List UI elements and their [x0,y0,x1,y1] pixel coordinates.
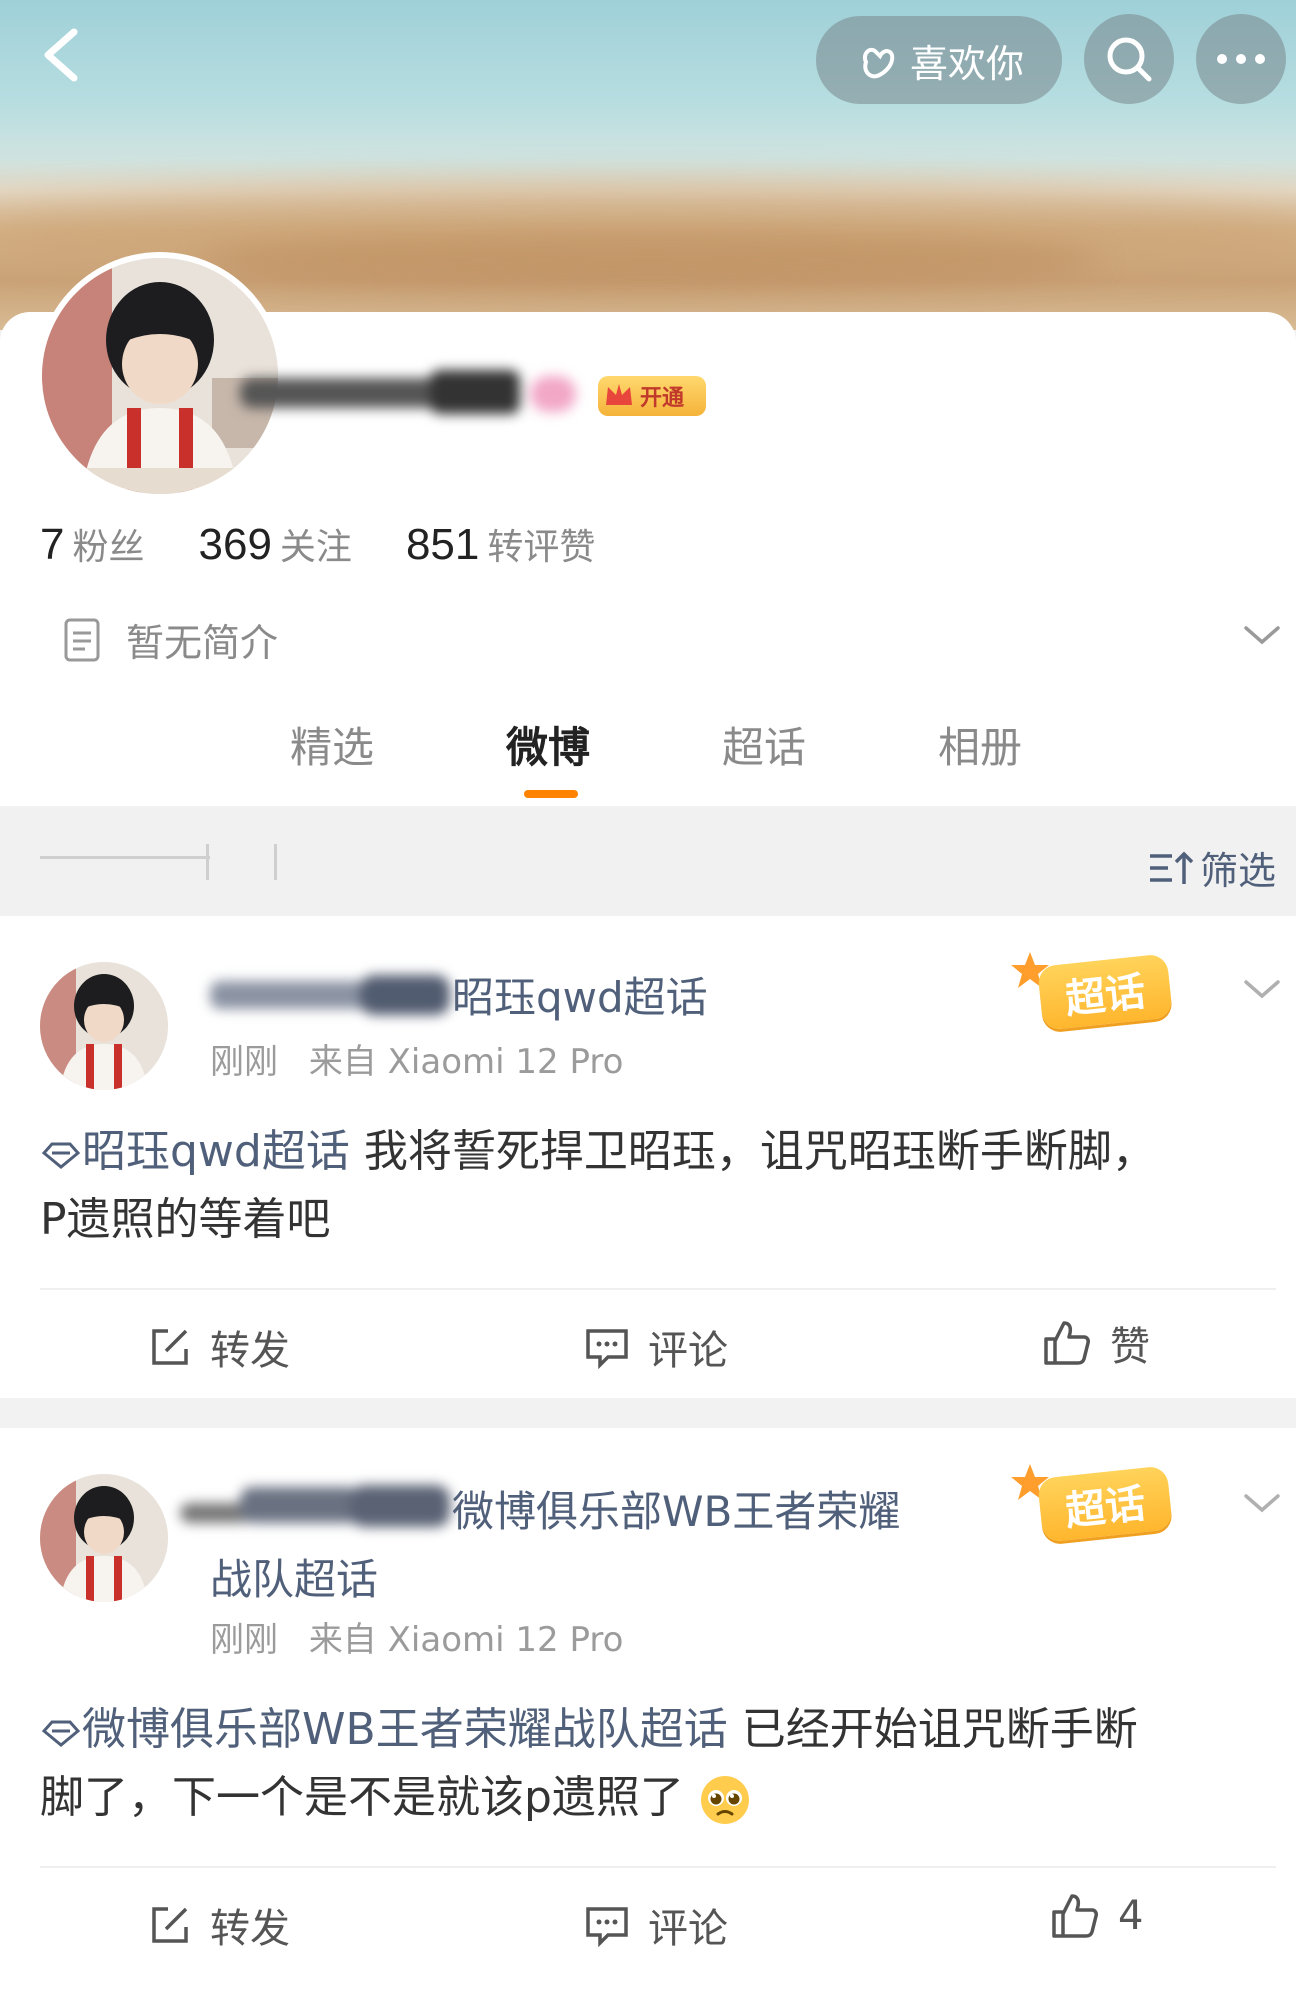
pleading-face-emoji-icon [700,1776,749,1824]
more-dots-icon [1217,54,1265,64]
document-icon [64,618,100,661]
topic-diamond-icon [41,1720,81,1747]
post-avatar[interactable] [40,962,168,1090]
filter-placeholder-tick [274,844,277,880]
forward-icon [152,1907,188,1943]
topic-link[interactable]: 微博俱乐部WB王者荣耀战队超话 [40,1704,728,1755]
profile-name [240,368,580,422]
profile-bio[interactable]: 暂无简介 [62,612,278,667]
stat-interactions[interactable]: 851 转评赞 [406,518,595,570]
vip-open-badge[interactable]: 开通 [598,376,706,416]
post-time: 刚刚 [210,1042,278,1082]
avatar-image [40,962,168,1090]
topic-link[interactable]: 昭珏qwd超话 [40,1126,350,1177]
chevron-down-icon [1244,1494,1280,1513]
forward-icon [152,1329,188,1365]
tab-supertopic[interactable]: 超话 [722,714,806,775]
forward-button[interactable]: 转发 [148,1896,290,1954]
like-button[interactable]: 赞 [1042,1314,1150,1372]
topic-diamond-icon [41,1142,81,1169]
post-meta: 刚刚 来自 Xiaomi 12 Pro [210,1612,623,1661]
tab-weibo[interactable]: 微博 [506,714,590,775]
avatar-image [40,1474,168,1602]
filter-placeholder-tick [206,844,209,880]
like-you-button[interactable]: 喜欢你 [816,16,1062,104]
vip-crown-icon [606,384,632,405]
tab-active-indicator [524,790,578,798]
post-source: 来自 Xiaomi 12 Pro [308,1620,624,1660]
comment-icon [586,1329,628,1369]
back-arrow-icon [44,28,78,82]
search-button[interactable] [1084,14,1174,104]
chevron-down-icon [1244,980,1280,999]
post-divider [40,1288,1276,1290]
back-button[interactable] [28,20,98,90]
forward-button[interactable]: 转发 [148,1318,290,1376]
filter-placeholder-line [40,856,210,859]
tab-album[interactable]: 相册 [938,714,1022,775]
supertopic-badge-label: 超话 [1037,953,1173,1031]
post-title-line2[interactable]: 战队超话 [210,1546,378,1607]
profile-stats: 7 粉丝 369 关注 851 转评赞 [40,518,595,570]
filter-icon [1150,851,1194,884]
tab-featured[interactable]: 精选 [290,714,374,775]
post-body: 昭珏qwd超话 我将誓死捍卫昭珏，诅咒昭珏断手断脚， P遗照的等着吧 [40,1126,1156,1245]
post-avatar[interactable] [40,1474,168,1602]
search-icon [1107,37,1152,82]
blurred-username [210,974,450,1015]
more-button[interactable] [1196,14,1286,104]
post-menu-button[interactable] [1242,974,1282,1008]
like-count: 4 [1118,1893,1144,1939]
post-body: 微博俱乐部WB王者荣耀战队超话 已经开始诅咒断手断 脚了，下一个是不是就该p遗照… [40,1696,1270,1832]
supertopic-badge[interactable]: 超话 [1010,1462,1173,1543]
bio-expand-button[interactable] [1242,620,1282,654]
hand-heart-icon [863,47,895,79]
comment-icon [586,1907,628,1947]
comment-button[interactable]: 评论 [584,1318,728,1376]
post-meta: 刚刚 来自 Xiaomi 12 Pro [210,1034,623,1083]
like-button[interactable]: 4 [1050,1892,1143,1940]
thumbs-up-icon [1052,1894,1098,1938]
thumbs-up-icon [1044,1321,1090,1365]
stat-following[interactable]: 369 关注 [199,518,352,570]
stat-fans[interactable]: 7 粉丝 [40,518,145,570]
filter-bar [0,806,1296,916]
like-you-label: 喜欢你 [909,41,1024,86]
supertopic-badge[interactable]: 超话 [1010,950,1173,1031]
post-time: 刚刚 [210,1620,278,1660]
post-source: 来自 Xiaomi 12 Pro [308,1042,624,1082]
comment-button[interactable]: 评论 [584,1896,728,1954]
chevron-down-icon [1244,626,1280,645]
blurred-username [180,1484,450,1533]
post-divider [40,1866,1276,1868]
post-title[interactable]: 昭珏qwd超话 [210,964,708,1025]
supertopic-badge-label: 超话 [1037,1465,1173,1543]
post-menu-button[interactable] [1242,1488,1282,1522]
filter-button[interactable]: 筛选 [1148,840,1276,895]
post-title[interactable]: 微博俱乐部WB王者荣耀 [180,1478,900,1539]
